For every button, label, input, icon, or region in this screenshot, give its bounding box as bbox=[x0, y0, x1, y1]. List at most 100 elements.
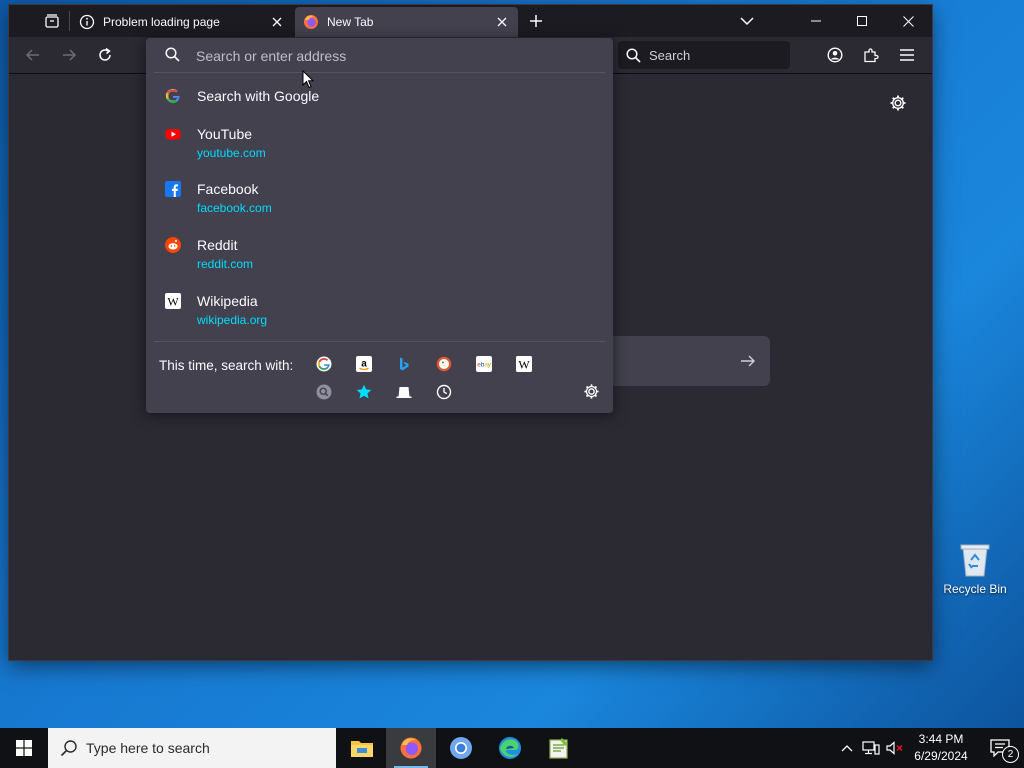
wikipedia-engine-button[interactable]: W bbox=[514, 354, 534, 374]
url-result-facebook[interactable]: Facebook facebook.com bbox=[146, 181, 613, 231]
ebay-engine-button[interactable]: e b a y bbox=[474, 354, 494, 374]
hamburger-menu-icon bbox=[900, 49, 914, 61]
edge-icon bbox=[499, 737, 521, 759]
network-icon bbox=[862, 741, 880, 755]
mouse-pointer-icon bbox=[302, 69, 315, 92]
account-button[interactable] bbox=[821, 41, 849, 69]
divider bbox=[154, 72, 605, 73]
taskbar-edge[interactable] bbox=[485, 728, 535, 768]
gear-icon bbox=[584, 384, 599, 399]
maximize-button[interactable] bbox=[839, 5, 885, 37]
recycle-bin-desktop-icon[interactable]: Recycle Bin bbox=[940, 540, 1010, 596]
recycle-bin-icon bbox=[958, 540, 992, 578]
extensions-button[interactable] bbox=[857, 41, 885, 69]
amazon-icon: a bbox=[356, 356, 372, 372]
search-tabs-mode-button[interactable] bbox=[314, 382, 334, 402]
tab-close-button[interactable] bbox=[494, 14, 510, 30]
info-icon bbox=[79, 14, 95, 30]
google-engine-button[interactable] bbox=[314, 354, 334, 374]
search-tabs-icon bbox=[316, 384, 332, 400]
minimize-button[interactable] bbox=[793, 5, 839, 37]
taskbar-notepad-plus[interactable] bbox=[534, 728, 584, 768]
tab-strip: Problem loading page New Tab bbox=[9, 5, 932, 37]
result-url: facebook.com bbox=[197, 201, 272, 215]
history-mode-button[interactable] bbox=[434, 382, 454, 402]
firefox-view-button[interactable] bbox=[39, 5, 65, 37]
gear-icon bbox=[890, 95, 906, 111]
one-off-search-label: This time, search with: bbox=[159, 358, 294, 373]
taskbar-file-explorer[interactable] bbox=[337, 728, 387, 768]
tab-new-tab[interactable]: New Tab bbox=[295, 7, 518, 37]
url-bar[interactable] bbox=[146, 38, 613, 72]
firefox-icon bbox=[400, 737, 422, 759]
bookmarks-star-icon bbox=[356, 384, 372, 399]
clock-date: 6/29/2024 bbox=[914, 749, 968, 763]
taskbar-search-box[interactable]: Type here to search bbox=[48, 728, 336, 768]
taskbar-firefox[interactable] bbox=[386, 728, 436, 768]
url-result-reddit[interactable]: Reddit reddit.com bbox=[146, 237, 613, 287]
volume-button[interactable] bbox=[884, 728, 906, 768]
tab-label: Problem loading page bbox=[103, 15, 220, 29]
customize-new-tab-button[interactable] bbox=[889, 94, 907, 115]
close-icon bbox=[497, 17, 507, 27]
chromium-icon bbox=[450, 737, 472, 759]
divider bbox=[154, 341, 605, 342]
new-tab-search-box[interactable] bbox=[599, 336, 770, 386]
url-input[interactable] bbox=[194, 44, 598, 68]
search-bar-placeholder: Search bbox=[649, 47, 691, 63]
search-bar[interactable]: Search bbox=[618, 41, 790, 69]
tabs-mode-button[interactable] bbox=[394, 382, 414, 402]
amazon-engine-button[interactable]: a bbox=[354, 354, 374, 374]
bing-engine-button[interactable] bbox=[394, 354, 414, 374]
network-status-button[interactable] bbox=[859, 728, 883, 768]
facebook-icon bbox=[165, 181, 181, 197]
start-button[interactable] bbox=[0, 728, 48, 768]
recycle-bin-label: Recycle Bin bbox=[943, 582, 1007, 596]
reload-button[interactable] bbox=[91, 41, 119, 69]
taskbar-clock[interactable]: 3:44 PM 6/29/2024 bbox=[905, 731, 977, 765]
wikipedia-icon: W bbox=[516, 356, 532, 372]
search-icon bbox=[165, 47, 180, 62]
chevron-down-icon bbox=[740, 17, 754, 26]
forward-arrow-icon bbox=[63, 49, 77, 61]
list-all-tabs-button[interactable] bbox=[733, 5, 761, 37]
bing-icon bbox=[400, 357, 409, 371]
search-suggestion-label: Search with Google bbox=[197, 88, 320, 104]
windows-logo-icon bbox=[16, 740, 32, 756]
close-window-button[interactable] bbox=[885, 5, 931, 37]
app-menu-button[interactable] bbox=[893, 41, 921, 69]
reddit-icon bbox=[165, 237, 181, 253]
wikipedia-icon: W bbox=[165, 293, 181, 309]
plus-icon bbox=[530, 15, 542, 27]
bookmarks-mode-button[interactable] bbox=[354, 382, 374, 402]
tab-problem-loading[interactable]: Problem loading page bbox=[71, 7, 293, 37]
url-result-wikipedia[interactable]: W Wikipedia wikipedia.org bbox=[146, 293, 613, 343]
chevron-up-icon bbox=[841, 745, 853, 752]
tabs-icon bbox=[396, 387, 412, 398]
back-button[interactable] bbox=[19, 41, 47, 69]
new-tab-button[interactable] bbox=[522, 5, 550, 37]
firefox-icon bbox=[304, 15, 318, 29]
svg-text:a: a bbox=[361, 359, 367, 370]
taskbar-chromium[interactable] bbox=[436, 728, 486, 768]
google-icon bbox=[316, 356, 332, 372]
arrow-right-icon bbox=[741, 355, 755, 367]
duckduckgo-engine-button[interactable] bbox=[434, 354, 454, 374]
result-url: wikipedia.org bbox=[197, 313, 268, 327]
history-icon bbox=[436, 384, 452, 400]
search-settings-button[interactable] bbox=[583, 383, 600, 403]
action-center-button[interactable]: 2 bbox=[980, 728, 1020, 768]
result-title: Reddit bbox=[197, 237, 238, 253]
puzzle-piece-icon bbox=[864, 48, 879, 63]
url-result-youtube[interactable]: YouTube youtube.com bbox=[146, 126, 613, 176]
tab-close-button[interactable] bbox=[269, 14, 285, 30]
forward-button[interactable] bbox=[55, 41, 83, 69]
tab-label: New Tab bbox=[327, 15, 374, 29]
tab-divider bbox=[69, 11, 70, 31]
reload-icon bbox=[99, 47, 111, 61]
url-dropdown-panel: Search with Google YouTube youtube.com F… bbox=[146, 38, 613, 413]
volume-muted-icon bbox=[886, 741, 903, 755]
minimize-icon bbox=[811, 20, 821, 22]
search-icon bbox=[626, 47, 641, 63]
show-hidden-icons-button[interactable] bbox=[836, 728, 858, 768]
